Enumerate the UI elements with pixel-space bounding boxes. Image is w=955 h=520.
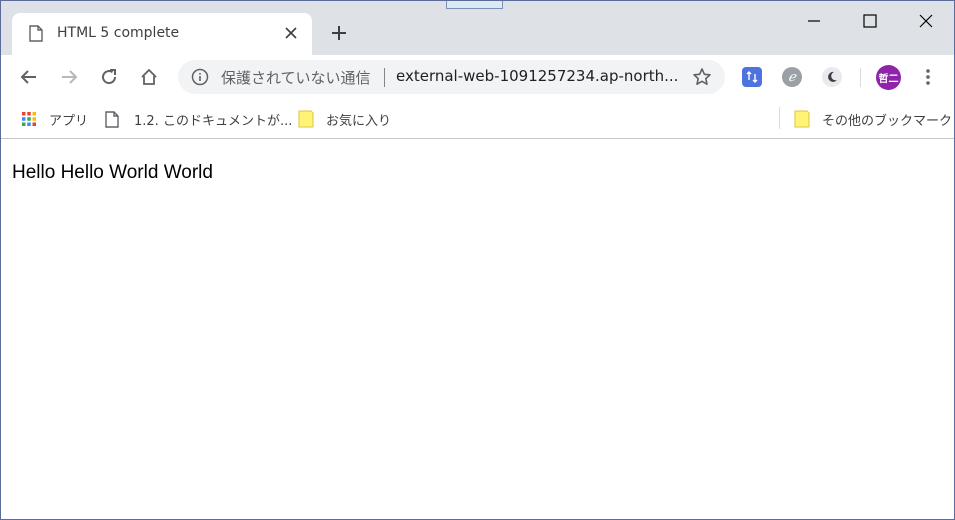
omnibox-divider bbox=[384, 68, 385, 87]
more-menu-icon[interactable] bbox=[918, 66, 938, 88]
tab-strip: HTML 5 complete bbox=[1, 1, 954, 55]
forward-arrow-icon[interactable] bbox=[57, 65, 81, 89]
page-text: Hello Hello World World bbox=[12, 162, 213, 183]
info-icon[interactable] bbox=[191, 68, 209, 86]
bookmark-document-label: 1.2. このドキュメントが... bbox=[134, 113, 293, 129]
apps-grid-icon bbox=[22, 112, 36, 126]
reload-icon[interactable] bbox=[97, 65, 121, 89]
window-drag-handle[interactable] bbox=[446, 1, 503, 9]
bookmarks-bar: アプリ 1.2. このドキュメントが... お気に入り その他のブックマーク bbox=[1, 100, 954, 139]
back-arrow-icon[interactable] bbox=[17, 65, 41, 89]
bookmarks-divider bbox=[779, 107, 780, 129]
document-icon bbox=[105, 110, 119, 128]
browser-window: HTML 5 complete 保護されていない通信 external-web-… bbox=[0, 0, 955, 520]
home-icon[interactable] bbox=[137, 65, 161, 89]
new-tab-icon[interactable] bbox=[328, 22, 350, 44]
bookmark-apps-label: アプリ bbox=[49, 113, 89, 129]
close-tab-icon[interactable] bbox=[282, 24, 300, 42]
bookmark-favorites-folder[interactable]: お気に入り bbox=[298, 108, 391, 130]
bookmark-other-folder[interactable]: その他のブックマーク bbox=[794, 108, 952, 130]
maximize-icon[interactable] bbox=[850, 9, 890, 33]
toolbar-divider bbox=[860, 68, 861, 87]
active-tab[interactable]: HTML 5 complete bbox=[12, 13, 312, 55]
bookmark-apps[interactable]: アプリ bbox=[21, 108, 88, 130]
address-bar[interactable]: 保護されていない通信 external-web-1091257234.ap-no… bbox=[178, 60, 725, 94]
minimize-icon[interactable] bbox=[794, 9, 834, 33]
folder-icon bbox=[298, 110, 314, 128]
window-close-icon[interactable] bbox=[906, 9, 946, 33]
security-label[interactable]: 保護されていない通信 bbox=[221, 67, 371, 88]
profile-avatar[interactable]: 哲二 bbox=[876, 65, 901, 90]
translate-extension-icon[interactable] bbox=[742, 67, 762, 87]
url-text[interactable]: external-web-1091257234.ap-north... bbox=[396, 67, 679, 85]
bookmark-other-label: その他のブックマーク bbox=[822, 113, 953, 129]
tab-title: HTML 5 complete bbox=[57, 25, 180, 41]
browser-toolbar: 保護されていない通信 external-web-1091257234.ap-no… bbox=[1, 55, 954, 100]
document-icon bbox=[29, 25, 43, 42]
dark-mode-extension-icon[interactable] bbox=[822, 67, 842, 87]
evernote-extension-icon[interactable]: ℯ bbox=[782, 67, 802, 87]
folder-icon bbox=[794, 110, 810, 128]
page-content: Hello Hello World World bbox=[1, 140, 954, 519]
bookmark-favorites-label: お気に入り bbox=[326, 113, 392, 129]
bookmark-star-icon[interactable] bbox=[692, 67, 712, 87]
bookmark-document[interactable]: 1.2. このドキュメントが... bbox=[105, 108, 292, 130]
